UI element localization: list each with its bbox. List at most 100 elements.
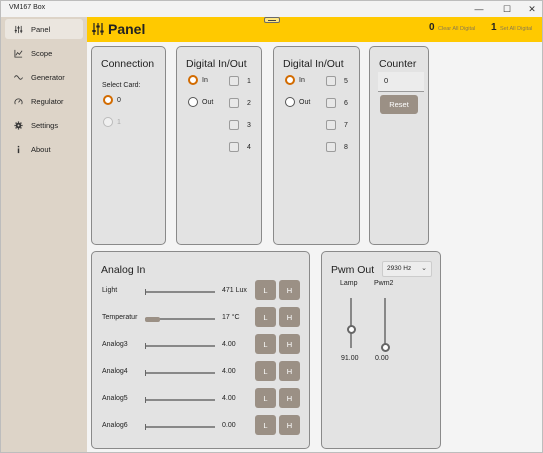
analog-level-zero-marker xyxy=(145,424,146,430)
analog-in-panel: Analog In Light 471 Lux L H Temperatur 17 °C L… xyxy=(91,251,310,449)
analog-low-button[interactable]: L xyxy=(255,361,276,381)
mode-in-radio[interactable] xyxy=(285,75,295,85)
digital-4-label: 4 xyxy=(247,144,251,151)
sidebar-item-label: Panel xyxy=(31,24,51,34)
analog-level-track xyxy=(145,345,215,347)
window-title: VM167 Box xyxy=(9,4,46,11)
chart-icon xyxy=(13,49,23,58)
pwm-slider-track[interactable] xyxy=(350,298,352,348)
digital-2-checkbox[interactable] xyxy=(229,98,239,108)
analog-channel-name: Analog5 xyxy=(102,395,128,402)
sidebar-item-label: Settings xyxy=(31,120,59,130)
reset-button[interactable]: Reset xyxy=(380,95,418,114)
sidebar-item-label: Regulator xyxy=(31,96,64,106)
mode-out-label: Out xyxy=(202,99,214,106)
card-1-radio[interactable] xyxy=(103,117,113,127)
analog-low-button[interactable]: L xyxy=(255,307,276,327)
analog-low-button[interactable]: L xyxy=(255,280,276,300)
analog-level-track xyxy=(145,426,215,428)
counter-panel: Counter 0 Reset xyxy=(369,46,429,245)
sidebar-item-generator[interactable]: Generator xyxy=(5,67,83,87)
mode-out-radio[interactable] xyxy=(285,97,295,107)
digital-5-label: 5 xyxy=(344,78,348,85)
analog-low-button[interactable]: L xyxy=(255,388,276,408)
analog-channel-value: 0.00 xyxy=(222,422,236,429)
mode-in-label: In xyxy=(202,77,208,84)
wave-icon xyxy=(13,73,23,82)
analog-level-zero-marker xyxy=(145,397,146,403)
analog-channel-value: 17 °C xyxy=(222,314,240,321)
clear-count: 0 xyxy=(429,22,435,33)
card-0-label: 0 xyxy=(117,97,121,104)
digital-1-label: 1 xyxy=(247,78,251,85)
pwm-slider-track[interactable] xyxy=(384,298,386,348)
close-button[interactable]: ✕ xyxy=(519,1,542,17)
analog-high-button[interactable]: H xyxy=(279,334,300,354)
analog-low-button[interactable]: L xyxy=(255,334,276,354)
page-header: Panel 0 Clear All Digital 1 Set All Digi… xyxy=(87,17,542,42)
digital-5-checkbox[interactable] xyxy=(326,76,336,86)
frequency-dropdown[interactable]: 2930 Hz ⌄ xyxy=(382,261,432,277)
analog-high-button[interactable]: H xyxy=(279,415,300,435)
analog-high-button[interactable]: H xyxy=(279,280,300,300)
counter-title: Counter xyxy=(379,58,417,70)
digital-7-checkbox[interactable] xyxy=(326,120,336,130)
sliders-icon xyxy=(91,22,105,36)
digital-8-checkbox[interactable] xyxy=(326,142,336,152)
title-bar: VM167 Box — ☐ ✕ xyxy=(1,1,542,17)
sidebar-item-scope[interactable]: Scope xyxy=(5,43,83,63)
pwm-out-title: Pwm Out xyxy=(331,264,375,276)
card-0-radio[interactable] xyxy=(103,95,113,105)
connection-panel: Connection Select Card: 0 1 xyxy=(91,46,166,245)
connection-title: Connection xyxy=(101,58,155,70)
analog-high-button[interactable]: H xyxy=(279,361,300,381)
pwm-slider-thumb[interactable] xyxy=(380,343,390,352)
digital-io-title: Digital In/Out xyxy=(186,58,247,70)
analog-low-button[interactable]: L xyxy=(255,415,276,435)
counter-value-field[interactable]: 0 xyxy=(378,72,424,92)
digital-3-checkbox[interactable] xyxy=(229,120,239,130)
analog-high-button[interactable]: H xyxy=(279,388,300,408)
sidebar-item-about[interactable]: About xyxy=(5,139,83,159)
analog-channel-value: 471 Lux xyxy=(222,287,247,294)
analog-level-track xyxy=(145,372,215,374)
sidebar-item-panel[interactable]: Panel xyxy=(5,19,83,39)
analog-level-zero-marker xyxy=(145,343,146,349)
drag-handle[interactable] xyxy=(264,17,280,23)
mode-out-radio[interactable] xyxy=(188,97,198,107)
maximize-button[interactable]: ☐ xyxy=(494,1,520,17)
digital-4-checkbox[interactable] xyxy=(229,142,239,152)
digital-1-checkbox[interactable] xyxy=(229,76,239,86)
mode-in-radio[interactable] xyxy=(188,75,198,85)
pwm-channel-name: Pwm2 xyxy=(374,280,394,287)
sidebar: Panel Scope Generator Regulator Settings xyxy=(1,17,87,452)
sidebar-item-label: Scope xyxy=(31,48,53,58)
digital-io-panel-2: Digital In/Out In Out 5 6 7 8 xyxy=(273,46,360,245)
digital-3-label: 3 xyxy=(247,122,251,129)
analog-level-zero-marker xyxy=(145,289,146,295)
sidebar-item-label: Generator xyxy=(31,72,65,82)
analog-high-button[interactable]: H xyxy=(279,307,300,327)
analog-channel-value: 4.00 xyxy=(222,341,236,348)
set-count: 1 xyxy=(491,22,497,33)
analog-channel-value: 4.00 xyxy=(222,395,236,402)
set-all-digital-link[interactable]: Set All Digital xyxy=(500,26,532,32)
analog-channel-name: Analog6 xyxy=(102,422,128,429)
sidebar-item-settings[interactable]: Settings xyxy=(5,115,83,135)
minimize-button[interactable]: — xyxy=(466,1,492,17)
mode-in-label: In xyxy=(299,77,305,84)
pwm-slider-thumb[interactable] xyxy=(346,325,356,334)
frequency-value: 2930 Hz xyxy=(387,265,412,272)
pwm-channel-name: Lamp xyxy=(340,280,358,287)
digital-8-label: 8 xyxy=(344,144,348,151)
select-card-label: Select Card: xyxy=(102,82,141,89)
digital-6-checkbox[interactable] xyxy=(326,98,336,108)
analog-channel-name: Temperatur xyxy=(102,314,138,321)
sidebar-item-label: About xyxy=(31,144,51,154)
clear-all-digital-link[interactable]: Clear All Digital xyxy=(438,26,475,32)
sidebar-item-regulator[interactable]: Regulator xyxy=(5,91,83,111)
analog-channel-value: 4.00 xyxy=(222,368,236,375)
digital-io-title: Digital In/Out xyxy=(283,58,344,70)
sliders-icon xyxy=(13,25,23,34)
analog-channel-name: Light xyxy=(102,287,118,294)
